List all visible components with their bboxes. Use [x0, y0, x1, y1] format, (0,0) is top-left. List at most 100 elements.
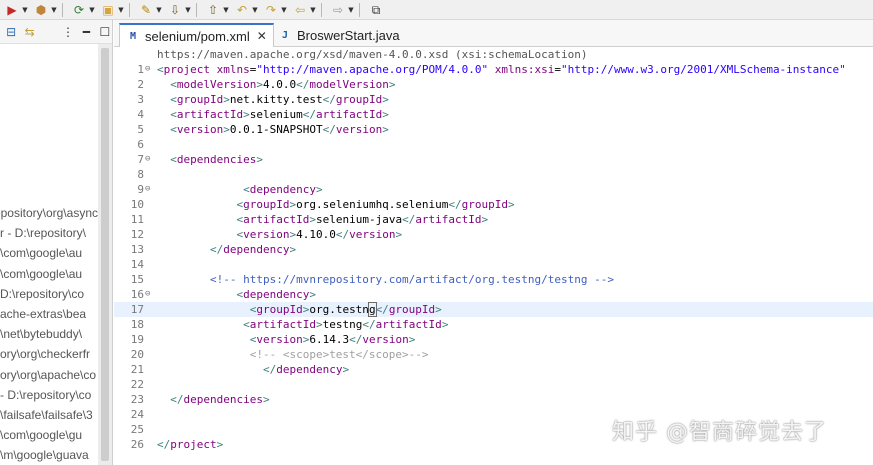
collapse-icon[interactable]: ⊟: [4, 24, 18, 40]
code-line[interactable]: 8: [114, 167, 873, 182]
line-number: 11: [130, 213, 144, 226]
code-token: artifactId: [375, 318, 442, 331]
code-line[interactable]: 22: [114, 377, 873, 392]
fold-toggle-icon[interactable]: ⊖: [145, 62, 155, 77]
code-line[interactable]: 6: [114, 137, 873, 152]
refresh-icon[interactable]: ⟳: [71, 2, 87, 18]
tree-item[interactable]: - D:\repository\co: [0, 385, 98, 405]
code-token: <: [170, 78, 177, 91]
tree-item[interactable]: \failsafe\failsafe\3: [0, 405, 98, 425]
code-token: 0.0.1-SNAPSHOT: [229, 123, 323, 136]
open-folder-icon[interactable]: ▣: [100, 2, 116, 18]
code-token: >: [435, 303, 442, 316]
code-text: <modelVersion>4.0.0</modelVersion>: [157, 77, 395, 92]
forward-history-icon[interactable]: ↷: [263, 2, 279, 18]
tree-item[interactable]: \com\google\au: [0, 243, 98, 263]
run-icon[interactable]: ▶: [4, 2, 20, 18]
chevron-down-icon[interactable]: ▼: [88, 2, 96, 18]
editor-tab-pom-xml[interactable]: Mselenium/pom.xml ✕: [119, 23, 274, 47]
code-token: >: [382, 108, 389, 121]
code-line[interactable]: 19 <version>6.14.3</version>: [114, 332, 873, 347]
editor-tab-broswerstart-java[interactable]: J BroswerStart.java: [272, 23, 406, 47]
code-line[interactable]: 4 <artifactId>selenium</artifactId>: [114, 107, 873, 122]
code-line[interactable]: 14: [114, 257, 873, 272]
code-token: groupId: [243, 198, 290, 211]
upload-icon[interactable]: ⇧: [205, 2, 221, 18]
explorer-scrollbar[interactable]: [98, 44, 112, 465]
code-line[interactable]: 2 <modelVersion>4.0.0</modelVersion>: [114, 77, 873, 92]
code-line[interactable]: 21 </dependency>: [114, 362, 873, 377]
schema-location-hint: https://maven.apache.org/xsd/maven-4.0.0…: [157, 48, 588, 61]
code-line[interactable]: 16 ⊖ <dependency>: [114, 287, 873, 302]
back-history-icon[interactable]: ↶: [234, 2, 250, 18]
code-text: <!-- https://mvnrepository.com/artifact/…: [157, 272, 614, 287]
code-line[interactable]: 12 <version>4.10.0</version>: [114, 227, 873, 242]
chevron-down-icon[interactable]: ▼: [309, 2, 317, 18]
xml-editor[interactable]: https://maven.apache.org/xsd/maven-4.0.0…: [114, 47, 873, 465]
chevron-down-icon[interactable]: ▼: [251, 2, 259, 18]
close-icon[interactable]: ✕: [257, 29, 267, 43]
code-line[interactable]: 3 <groupId>net.kitty.test</groupId>: [114, 92, 873, 107]
fold-toggle-icon[interactable]: ⊖: [145, 287, 155, 302]
chevron-down-icon[interactable]: ▼: [50, 2, 58, 18]
tree-item[interactable]: D:\repository\co: [0, 284, 98, 304]
package-icon[interactable]: ⬢: [33, 2, 49, 18]
code-text: <groupId>org.seleniumhq.selenium</groupI…: [157, 197, 514, 212]
tree-item[interactable]: \com\google\gu: [0, 425, 98, 445]
code-text: <artifactId>testng</artifactId>: [157, 317, 448, 332]
code-line[interactable]: 5 <version>0.0.1-SNAPSHOT</version>: [114, 122, 873, 137]
chevron-down-icon[interactable]: ▼: [117, 2, 125, 18]
new-window-icon[interactable]: ⧉: [368, 2, 384, 18]
code-line[interactable]: 18 <artifactId>testng</artifactId>: [114, 317, 873, 332]
chevron-down-icon[interactable]: ▼: [21, 2, 29, 18]
chevron-down-icon[interactable]: ▼: [222, 2, 230, 18]
tree-item[interactable]: \com\google\au: [0, 264, 98, 284]
minimize-icon[interactable]: ━: [79, 24, 93, 40]
tree-item[interactable]: r - D:\repository\: [0, 223, 98, 243]
code-line[interactable]: 7 ⊖ <dependencies>: [114, 152, 873, 167]
tab-label: selenium/pom.xml: [145, 28, 250, 44]
chevron-down-icon[interactable]: ▼: [347, 2, 355, 18]
code-token: selenium: [249, 108, 303, 121]
forward-arrow-icon[interactable]: ⇨: [330, 2, 346, 18]
maximize-icon[interactable]: ☐: [98, 24, 112, 40]
code-token: modelVersion: [309, 78, 389, 91]
code-line[interactable]: 17 <groupId>org.testng</groupId>: [114, 302, 873, 317]
tree-item[interactable]: \net\bytebuddy\: [0, 324, 98, 344]
tree-item-label: epository\org\async: [0, 206, 98, 220]
tree-item[interactable]: epository\org\async: [0, 203, 98, 223]
chevron-down-icon[interactable]: ▼: [280, 2, 288, 18]
code-line[interactable]: 23 </dependencies>: [114, 392, 873, 407]
line-number: 21: [130, 363, 144, 376]
wand-icon[interactable]: ✎: [138, 2, 154, 18]
link-editor-icon[interactable]: ⇆: [22, 24, 36, 40]
code-text: </dependency>: [157, 242, 296, 257]
tree-item[interactable]: \m\google\guava: [0, 445, 98, 465]
view-menu-icon[interactable]: ⋮: [61, 24, 75, 40]
chevron-down-icon[interactable]: ▼: [184, 2, 192, 18]
code-line[interactable]: 13 </dependency>: [114, 242, 873, 257]
code-token: <: [170, 93, 177, 106]
code-line[interactable]: 9 ⊖ <dependency>: [114, 182, 873, 197]
code-token: </: [349, 333, 363, 346]
line-number: 22: [130, 378, 144, 391]
text-cursor: g: [367, 302, 377, 317]
code-line[interactable]: 20 <!-- <scope>test</scope>-->: [114, 347, 873, 362]
code-line[interactable]: 15 <!-- https://mvnrepository.com/artifa…: [114, 272, 873, 287]
fold-toggle-icon[interactable]: ⊖: [145, 182, 155, 197]
back-arrow-icon[interactable]: ⇦: [292, 2, 308, 18]
tree-item[interactable]: ory\org\checkerfr: [0, 344, 98, 364]
chevron-down-icon[interactable]: ▼: [155, 2, 163, 18]
code-line[interactable]: 10 <groupId>org.seleniumhq.selenium</gro…: [114, 197, 873, 212]
download-icon[interactable]: ⇩: [167, 2, 183, 18]
tree-item[interactable]: ory\org\apache\co: [0, 365, 98, 385]
tree-item[interactable]: ache-extras\bea: [0, 304, 98, 324]
explorer-scrollbar-thumb[interactable]: [101, 48, 109, 461]
code-token: artifactId: [315, 108, 383, 121]
fold-toggle-icon[interactable]: ⊖: [145, 152, 155, 167]
code-line[interactable]: 1 ⊖ <project xmlns="http://maven.apache.or…: [114, 62, 873, 77]
code-line[interactable]: 11 <artifactId>selenium-java</artifactId…: [114, 212, 873, 227]
code-token: testng: [322, 318, 363, 331]
code-token: dependencies: [183, 393, 263, 406]
